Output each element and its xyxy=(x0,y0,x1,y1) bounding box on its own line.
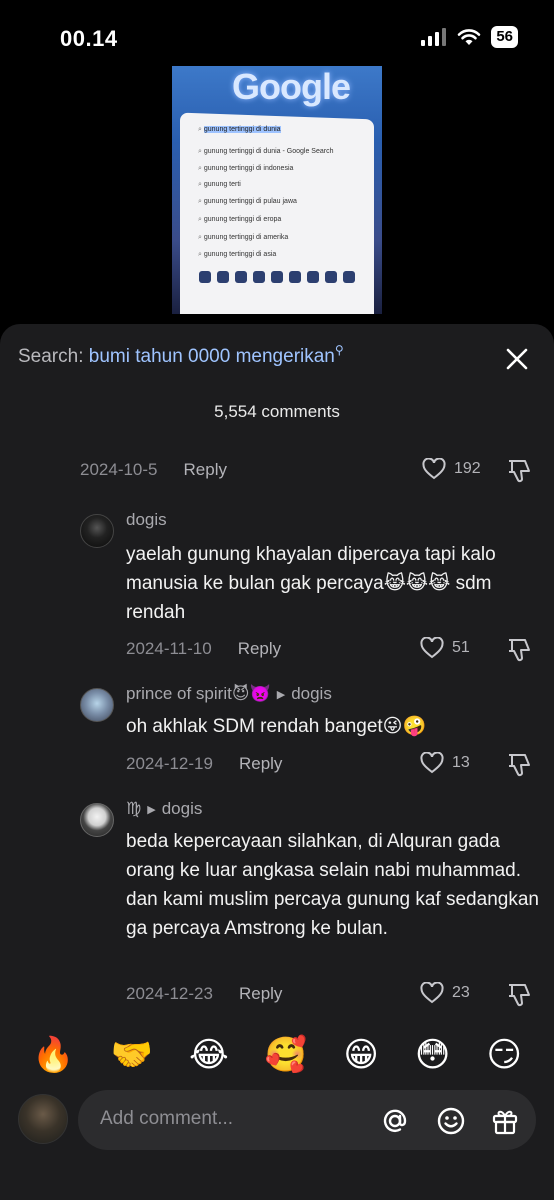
video-suggestion: gunung tertinggi di eropa xyxy=(198,216,281,224)
status-time: 00.14 xyxy=(60,26,118,51)
reply-button[interactable]: Reply xyxy=(184,460,227,480)
comment-date: 2024-12-23 xyxy=(126,984,213,1003)
emoji-handshake[interactable]: 🤝 xyxy=(111,1030,153,1080)
reply-button[interactable]: Reply xyxy=(239,984,282,1004)
like-count: 13 xyxy=(452,754,470,771)
comment-username[interactable]: prince of spirit😈👿 ▶ dogis xyxy=(126,684,332,704)
search-query-link[interactable]: bumi tahun 0000 mengerikan xyxy=(89,346,335,367)
comment-text: yaelah gunung khayalan dipercaya tapi ka… xyxy=(126,544,496,623)
like-count: 23 xyxy=(452,984,470,1001)
emoji-love[interactable]: 🥰 xyxy=(265,1030,307,1080)
emoji-quick-bar: 🔥 🤝 😂 🥰 😁 😳 😏 xyxy=(0,1030,554,1080)
search-icon: ⚲ xyxy=(334,343,344,357)
comment-item: prince of spirit😈👿 ▶ dogis oh akhlak SDM… xyxy=(80,684,540,744)
video-suggestion: gunung tertinggi di indonesia xyxy=(198,165,294,173)
avatar[interactable] xyxy=(80,803,114,837)
video-google-logo: Google xyxy=(232,66,351,107)
status-bar: 00.14 56 xyxy=(0,0,554,70)
comment-text: oh akhlak SDM rendah banget😜🤪 xyxy=(126,716,427,737)
like-count: 51 xyxy=(452,639,470,656)
video-taskbar xyxy=(192,266,362,288)
emoji-smirk[interactable]: 😏 xyxy=(486,1030,521,1080)
emoji-grin[interactable]: 😁 xyxy=(343,1030,378,1080)
like-button[interactable]: 13 xyxy=(420,752,470,774)
video-suggestion: gunung tertinggi di pulau jawa xyxy=(198,198,297,206)
dislike-icon[interactable] xyxy=(506,637,532,663)
status-icons: 56 xyxy=(421,26,518,48)
emoji-fire[interactable]: 🔥 xyxy=(32,1030,74,1080)
search-prefix: Search: xyxy=(18,346,84,367)
mention-icon[interactable] xyxy=(380,1106,410,1136)
emoji-flushed[interactable]: 😳 xyxy=(415,1030,450,1080)
reply-button[interactable]: Reply xyxy=(238,639,281,659)
battery-icon: 56 xyxy=(491,26,518,48)
reply-button[interactable]: Reply xyxy=(239,754,282,774)
dislike-icon[interactable] xyxy=(506,458,532,484)
like-button[interactable]: 192 xyxy=(422,458,481,480)
comment-item: ♍ ▶ dogis beda kepercayaan silahkan, di … xyxy=(80,799,540,979)
signal-icon xyxy=(421,28,447,46)
comment-date: 2024-10-5 xyxy=(80,460,158,479)
user-avatar xyxy=(18,1094,68,1144)
comment-text: beda kepercayaan silahkan, di Alquran ga… xyxy=(126,831,539,939)
avatar[interactable] xyxy=(80,688,114,722)
comment-meta: 2024-11-10 Reply xyxy=(126,639,281,659)
like-button[interactable]: 23 xyxy=(420,982,470,1004)
comment-placeholder: Add comment... xyxy=(100,1108,234,1129)
heart-icon xyxy=(422,458,446,480)
video-suggestion: gunung tertinggi di amerika xyxy=(198,234,288,242)
emoji-laugh[interactable]: 😂 xyxy=(189,1030,229,1080)
search-suggestion[interactable]: Search: bumi tahun 0000 mengerikan⚲ xyxy=(18,343,344,368)
wifi-icon xyxy=(458,29,481,45)
close-icon[interactable] xyxy=(504,346,530,372)
heart-icon xyxy=(420,982,444,1004)
comment-date: 2024-12-19 xyxy=(126,754,213,773)
comment-username[interactable]: dogis xyxy=(126,510,167,530)
like-count: 192 xyxy=(454,460,481,477)
comment-count: 5,554 comments xyxy=(214,402,340,421)
home-indicator-area xyxy=(0,1154,554,1200)
heart-icon xyxy=(420,752,444,774)
comment-date: 2024-11-10 xyxy=(126,639,212,658)
dislike-icon[interactable] xyxy=(506,982,532,1008)
comment-meta: 2024-12-19 Reply xyxy=(126,754,282,774)
avatar[interactable] xyxy=(80,514,114,548)
comment-username[interactable]: ♍ ▶ dogis xyxy=(126,799,202,819)
dislike-icon[interactable] xyxy=(506,752,532,778)
comment-meta: 2024-12-23 Reply xyxy=(126,984,282,1004)
like-button[interactable]: 51 xyxy=(420,637,470,659)
comment-input-row: Add comment... xyxy=(0,1088,554,1154)
comment-meta: 2024-10-5 Reply xyxy=(80,460,227,480)
comment-input[interactable]: Add comment... xyxy=(78,1090,536,1150)
reply-arrow-icon: ▶ xyxy=(276,688,286,701)
video-suggestion: gunung tertinggi di dunia - Google Searc… xyxy=(198,148,334,156)
video-thumbnail[interactable]: Google gunung tertinggi di dunia gunung … xyxy=(172,66,382,314)
gift-icon[interactable] xyxy=(490,1106,520,1136)
heart-icon xyxy=(420,637,444,659)
video-suggestion: gunung tertinggi di asia xyxy=(198,251,276,259)
reply-arrow-icon: ▶ xyxy=(147,803,156,816)
video-suggestion: gunung terti xyxy=(198,181,241,189)
emoji-icon[interactable] xyxy=(436,1106,466,1136)
video-suggestion: gunung tertinggi di dunia xyxy=(198,126,281,134)
